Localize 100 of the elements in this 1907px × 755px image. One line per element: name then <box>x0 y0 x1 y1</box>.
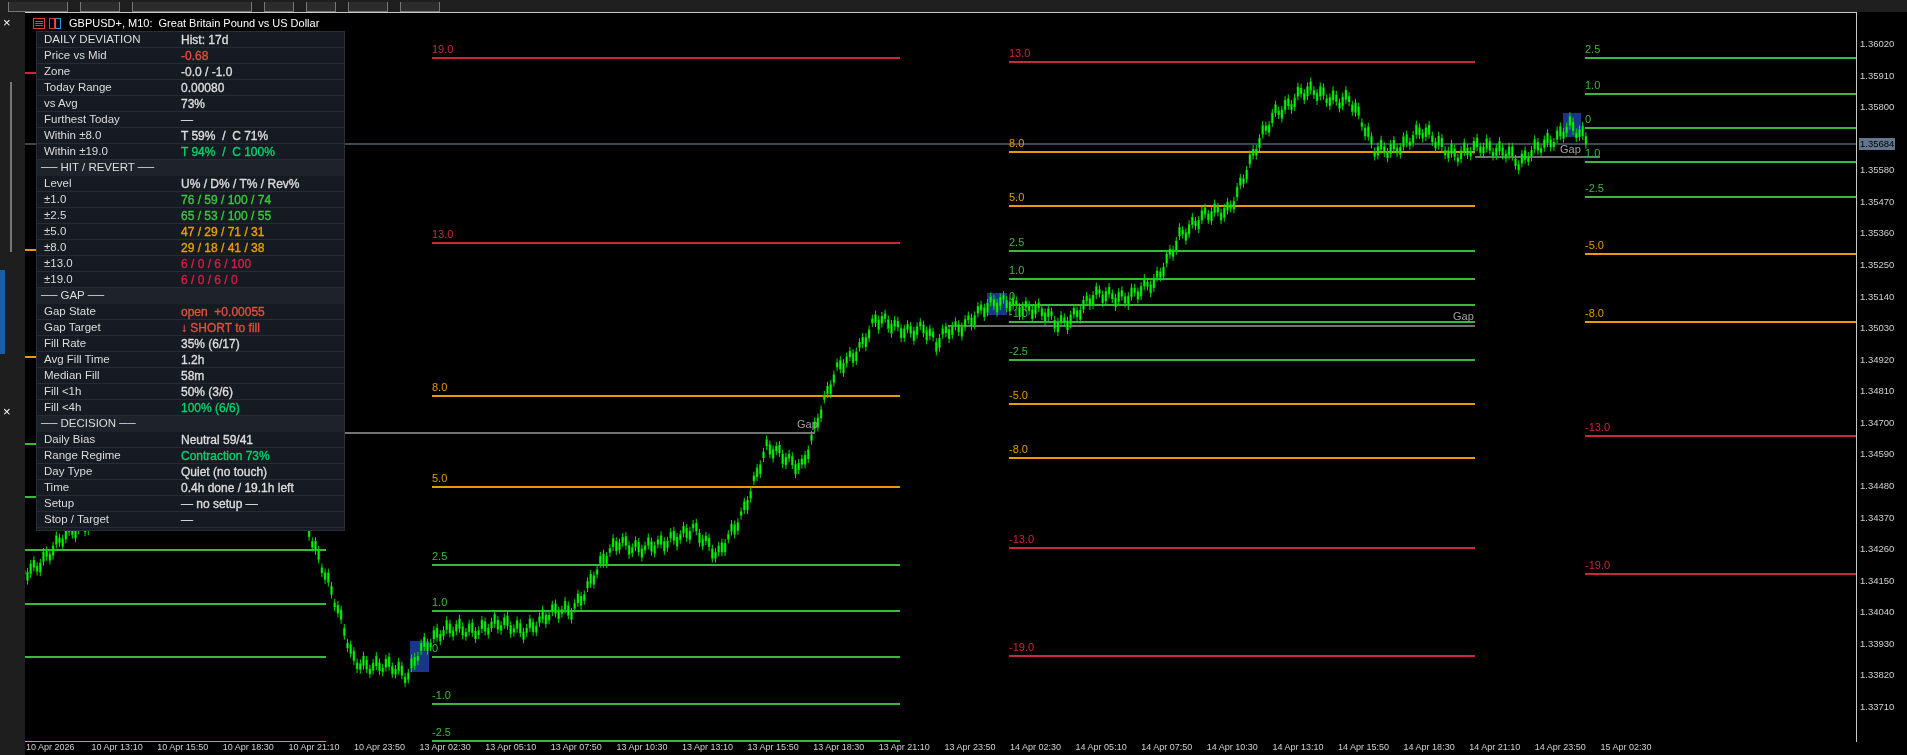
price-label: 1.33710 <box>1860 701 1895 712</box>
toolbar-button[interactable] <box>264 2 294 12</box>
time-label: 13 Apr 02:30 <box>419 743 471 752</box>
time-label: 13 Apr 15:50 <box>747 743 799 752</box>
row-label: Median Fill <box>44 367 101 383</box>
row-label: Within ±8.0 <box>44 127 103 143</box>
row-value: Quiet (no touch) <box>181 463 268 481</box>
row-label: ±8.0 <box>44 239 68 255</box>
level-label: -2.5 <box>432 727 451 738</box>
row-label: Daily Bias <box>44 431 97 447</box>
price-label: 1.35250 <box>1860 260 1895 270</box>
row-label: Avg Fill Time <box>44 351 111 367</box>
row-label: Stop / Target <box>44 511 110 527</box>
time-label: 14 Apr 10:30 <box>1206 743 1258 752</box>
level-label: -5.0 <box>1585 240 1604 251</box>
price-label: 1.34260 <box>1860 544 1895 554</box>
level-label: 1.0 <box>1585 80 1601 91</box>
row-value: 76 / 59 / 100 / 74 <box>181 191 272 209</box>
level-label: 13.0 <box>1009 48 1031 59</box>
level-label: 0 <box>432 643 439 654</box>
row-value: Contraction 73% <box>181 447 270 465</box>
row-label: Time <box>44 479 71 495</box>
price-label: 1.35470 <box>1860 196 1895 207</box>
row-label: Day Type <box>44 463 94 479</box>
toolbar-button[interactable] <box>400 2 440 12</box>
row-label: ±2.5 <box>44 207 68 223</box>
time-label: 10 Apr 15:50 <box>157 743 209 752</box>
row-label: Within ±19.0 <box>44 143 109 159</box>
row-value: 35% (6/17) <box>181 335 240 353</box>
row-label: Range Regime <box>44 447 122 463</box>
row-value: open +0.00055 <box>181 303 265 321</box>
row-label: ±13.0 <box>44 255 74 271</box>
level-label: 19.0 <box>432 44 454 55</box>
level-label: 8.0 <box>432 382 448 393</box>
time-label: 13 Apr 23:50 <box>944 743 996 752</box>
level-label: -5.0 <box>1009 390 1028 401</box>
row-value: 0.4h done / 19.1h left <box>181 479 294 497</box>
row-label: Today Range <box>44 79 113 95</box>
price-label: 1.36020 <box>1860 39 1895 49</box>
row-value: 58m <box>181 367 205 385</box>
section-header: ── GAP ── <box>41 288 105 304</box>
row-value: — <box>181 511 193 529</box>
row-value: U% / D% / T% / Rev% <box>181 175 300 193</box>
toolbar-button[interactable] <box>132 2 252 12</box>
close-button[interactable]: × <box>3 16 11 29</box>
row-value: 29 / 18 / 41 / 38 <box>181 239 265 257</box>
price-label: 1.35030 <box>1860 323 1895 333</box>
level-label: -8.0 <box>1009 444 1028 455</box>
level-label: -13.0 <box>1009 534 1035 545</box>
time-label: 14 Apr 02:30 <box>1010 743 1062 752</box>
price-label: 1.35800 <box>1860 102 1895 112</box>
close-button[interactable]: × <box>3 405 11 418</box>
toolbar-button[interactable] <box>8 2 68 12</box>
row-value: 100% (6/6) <box>181 399 240 417</box>
toolbar-button[interactable] <box>348 2 388 12</box>
level-label: -13.0 <box>1585 422 1611 433</box>
time-label: 10 Apr 21:10 <box>288 743 340 752</box>
price-label: 1.34590 <box>1860 449 1895 459</box>
level-label: -8.0 <box>1585 308 1604 319</box>
row-label: Gap State <box>44 303 97 319</box>
price-label: 1.35910 <box>1860 70 1895 81</box>
price-label: 1.33930 <box>1860 638 1895 649</box>
price-label: 1.34810 <box>1860 386 1895 396</box>
time-label: 13 Apr 18:30 <box>813 743 865 752</box>
level-label: 0 <box>1585 114 1592 125</box>
row-value: Hist: 17d <box>181 31 229 49</box>
row-value: — no setup — <box>181 495 258 513</box>
price-label: 1.34480 <box>1860 480 1895 491</box>
row-value: — <box>181 111 193 129</box>
row-label: Zone <box>44 63 72 79</box>
row-value: 65 / 53 / 100 / 55 <box>181 207 272 225</box>
level-label: -2.5 <box>1009 346 1028 357</box>
level-label: 5.0 <box>1009 192 1025 203</box>
level-label: 1.0 <box>1009 265 1025 276</box>
toolbar-button[interactable] <box>80 2 120 12</box>
current-price-label: 1.35684 <box>1859 138 1896 150</box>
level-label: 1.0 <box>1585 148 1601 159</box>
row-value: -0.0 / -1.0 <box>181 63 233 81</box>
section-header: ── DECISION ── <box>41 416 136 432</box>
list-icon[interactable] <box>33 17 45 29</box>
row-value: T 94% / C 100% <box>181 143 275 161</box>
chart-icon[interactable] <box>49 17 61 29</box>
row-value: 73% <box>181 95 206 113</box>
level-label: 8.0 <box>1009 138 1025 149</box>
time-label: 14 Apr 07:50 <box>1141 743 1193 752</box>
level-label: -1.0 <box>432 690 451 701</box>
row-value: 6 / 0 / 6 / 100 <box>181 255 252 273</box>
row-value: 47 / 29 / 71 / 31 <box>181 223 265 241</box>
toolbar-button[interactable] <box>306 2 336 12</box>
price-label: 1.33820 <box>1860 670 1895 680</box>
row-label: Price vs Mid <box>44 47 108 63</box>
price-label: 1.34700 <box>1860 417 1895 428</box>
time-label: 14 Apr 15:50 <box>1338 743 1390 752</box>
row-label: Gap Target <box>44 319 102 335</box>
price-label: 1.34150 <box>1860 575 1895 586</box>
row-label: Fill <4h <box>44 399 83 415</box>
price-label: 1.34920 <box>1860 354 1895 365</box>
row-label: Level <box>44 175 73 191</box>
row-value: 1.2h <box>181 351 205 369</box>
time-label: 14 Apr 21:10 <box>1469 743 1521 752</box>
